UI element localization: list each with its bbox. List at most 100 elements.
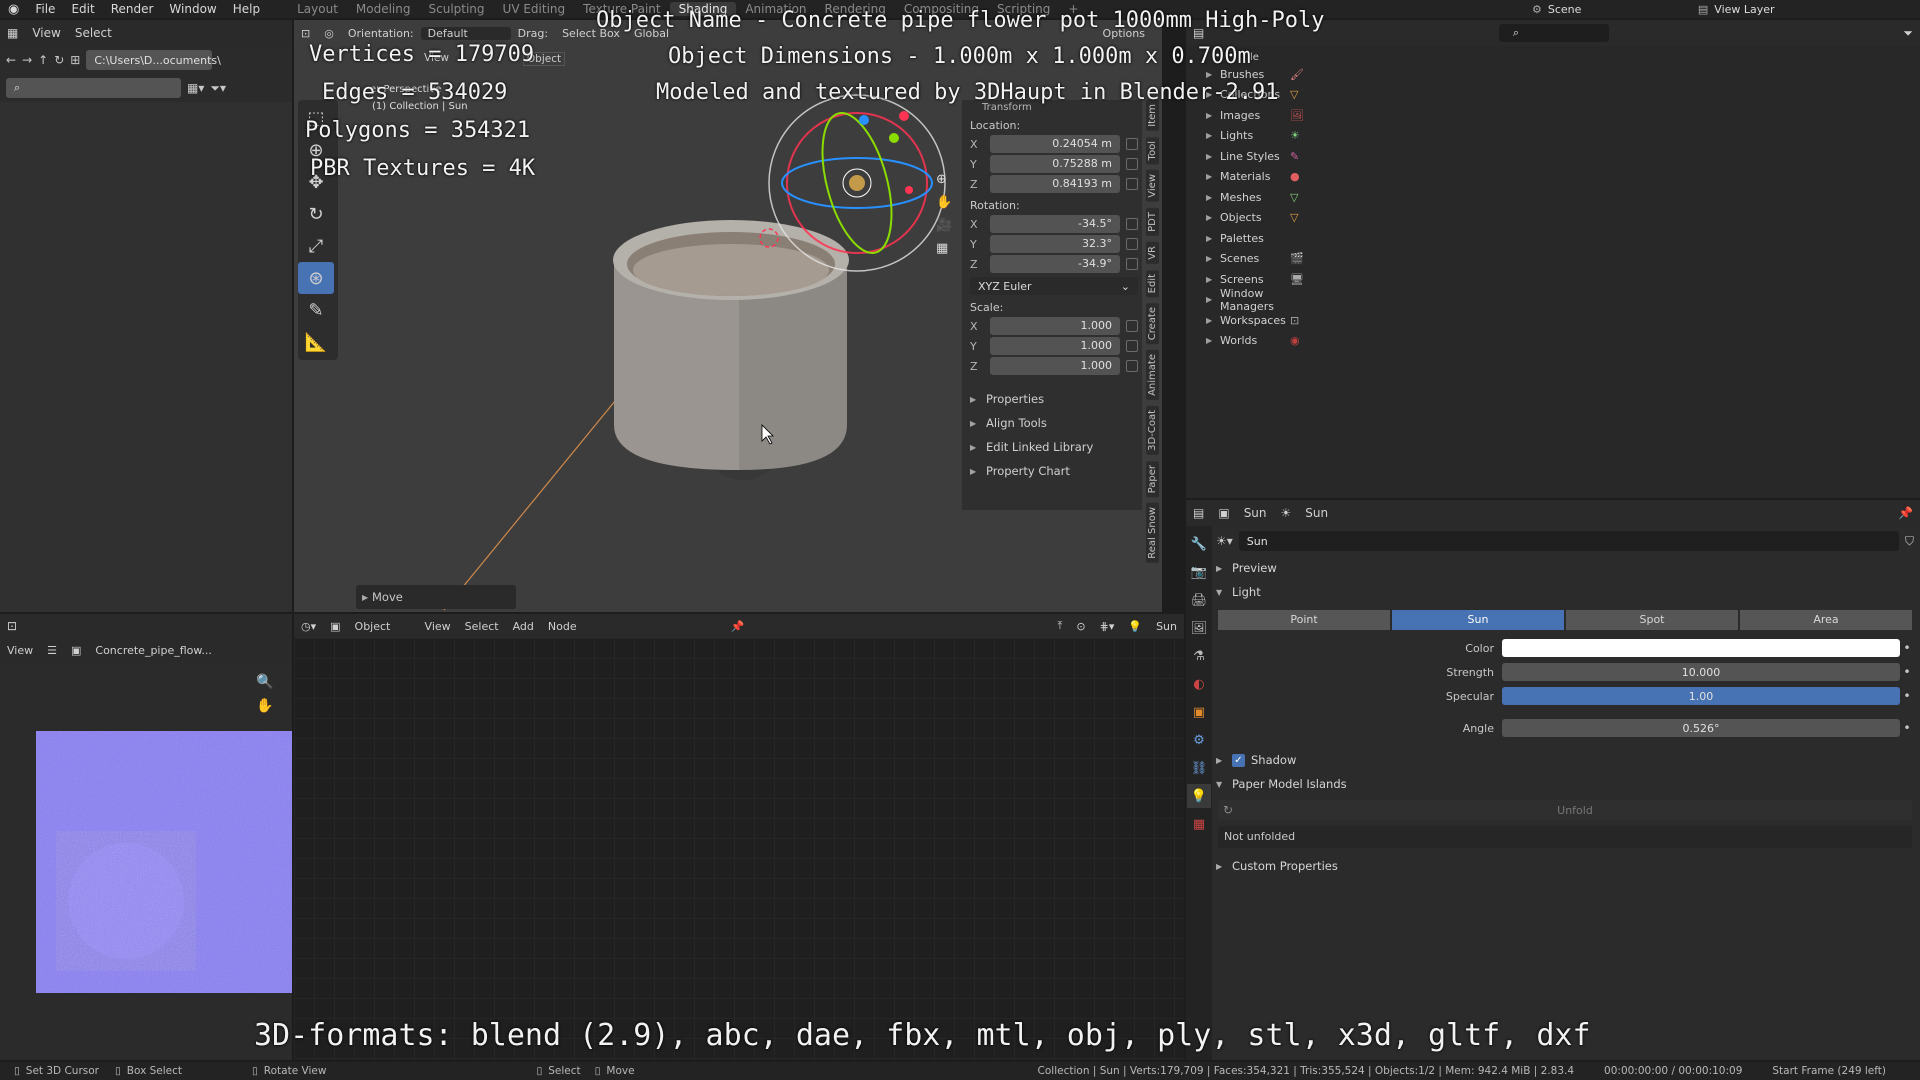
outliner-item-meshes[interactable]: ▶ Meshes ▽ <box>1206 187 1920 208</box>
world-tab-icon[interactable]: ◐ <box>1187 672 1211 696</box>
expand-arrow-icon[interactable]: ▶ <box>1206 152 1220 161</box>
location-x-field[interactable]: 0.24054 m <box>990 135 1120 153</box>
property-chart-panel-header[interactable]: ▶ Property Chart <box>970 459 1138 483</box>
tab-uv-editing[interactable]: UV Editing <box>494 2 575 16</box>
expand-arrow-icon[interactable]: ▶ <box>1206 172 1220 181</box>
3d-viewport[interactable]: ⊡ ◎ Orientation: Default Drag: Select Bo… <box>294 20 1162 612</box>
zoom-icon[interactable]: ⊕ <box>936 172 952 187</box>
tab-edit[interactable]: Edit <box>1145 269 1159 297</box>
custom-properties-panel-header[interactable]: ▶ Custom Properties <box>1216 854 1914 878</box>
light-type-sun[interactable]: Sun <box>1392 610 1564 630</box>
outliner-item-collections[interactable]: ▶ Collections ▽ <box>1206 85 1920 106</box>
path-field[interactable]: C:\Users\D...ocuments\ <box>86 50 221 70</box>
outliner-item-materials[interactable]: ▶ Materials ● <box>1206 167 1920 188</box>
tab-3d-coat[interactable]: 3D-Coat <box>1145 406 1159 455</box>
rotation-x-field[interactable]: -34.5° <box>990 215 1120 233</box>
modifier-tab-icon[interactable]: ⚙ <box>1187 728 1211 752</box>
lock-icon[interactable] <box>1126 138 1138 150</box>
node-node-menu[interactable]: Node <box>541 620 584 633</box>
outliner-item-lights[interactable]: ▶ Lights ☀ <box>1206 126 1920 147</box>
tab-tool[interactable]: Tool <box>1145 136 1159 165</box>
pin-icon[interactable]: 📌 <box>1891 506 1920 520</box>
lock-icon[interactable] <box>1126 320 1138 332</box>
outliner-item-line-styles[interactable]: ▶ Line Styles ✎ <box>1206 146 1920 167</box>
expand-arrow-icon[interactable]: ▶ <box>1206 70 1220 79</box>
outliner-item-worlds[interactable]: ▶ Worlds ◉ <box>1206 331 1920 352</box>
light-type-spot[interactable]: Spot <box>1566 610 1738 630</box>
lock-icon[interactable] <box>1126 360 1138 372</box>
rotation-mode-dropdown[interactable]: XYZ Euler ⌄ <box>970 277 1138 295</box>
tab-real-snow[interactable]: Real Snow <box>1145 503 1159 563</box>
hamburger-icon[interactable]: ☰ <box>40 644 64 657</box>
node-add-menu[interactable]: Add <box>506 620 541 633</box>
light-panel-header[interactable]: ▼ Light <box>1216 580 1914 604</box>
expand-arrow-icon[interactable]: ▶ <box>1206 336 1220 345</box>
snap-type-icon[interactable]: ⋕▾ <box>1093 620 1122 633</box>
grid-icon[interactable]: ▦ <box>936 241 952 256</box>
parent-icon[interactable]: ↑ <box>38 53 48 67</box>
strength-field[interactable]: 10.000 <box>1502 663 1900 681</box>
datablock-name-field[interactable]: Sun <box>1238 531 1899 551</box>
specular-slider[interactable]: 1.00 <box>1502 687 1900 705</box>
blender-logo-icon[interactable]: ◉ <box>0 2 27 17</box>
expand-arrow-icon[interactable]: ▶ <box>1206 213 1220 222</box>
pin-icon[interactable]: 📌 <box>724 620 752 633</box>
object-tab-icon[interactable]: ▣ <box>1187 700 1211 724</box>
tab-vr[interactable]: VR <box>1145 241 1159 264</box>
menu-help[interactable]: Help <box>225 2 268 16</box>
lock-icon[interactable] <box>1126 158 1138 170</box>
location-y-field[interactable]: 0.75288 m <box>990 155 1120 173</box>
forward-icon[interactable]: → <box>22 53 32 67</box>
properties-type-icon[interactable]: ▤ <box>1186 506 1211 520</box>
paper-model-panel-header[interactable]: ▼ Paper Model Islands <box>1216 772 1914 796</box>
menu-window[interactable]: Window <box>161 2 224 16</box>
shadow-checkbox[interactable]: ✓ <box>1232 753 1245 767</box>
editor-type-icon[interactable]: ▦ <box>0 26 25 40</box>
scene-tab-icon[interactable]: ⚗ <box>1187 644 1211 668</box>
pan-hand-icon[interactable]: ✋ <box>936 195 952 210</box>
last-operator-panel[interactable]: ▶ Move <box>356 585 516 609</box>
expand-arrow-icon[interactable]: ▶ <box>1206 275 1220 284</box>
editor-type-icon[interactable]: ◷▾ <box>294 620 323 633</box>
keyframe-dot-icon[interactable]: • <box>1900 665 1914 679</box>
unfold-button[interactable]: Unfold <box>1238 804 1912 817</box>
view-layer-tab-icon[interactable]: 🖼 <box>1187 616 1211 640</box>
preview-panel-header[interactable]: ▶ Preview <box>1216 556 1914 580</box>
tab-animate[interactable]: Animate <box>1145 350 1159 401</box>
shield-icon[interactable]: ⛉ <box>1905 534 1914 549</box>
file-search-input[interactable]: ⌕ <box>6 78 181 98</box>
filter-icon[interactable]: ⏷▾ <box>210 81 226 96</box>
keyframe-dot-icon[interactable]: • <box>1900 721 1914 735</box>
image-view-menu[interactable]: View <box>0 644 40 657</box>
scene-name[interactable]: Scene <box>1548 3 1658 16</box>
outliner-item-brushes[interactable]: ▶ Brushes 🖌 <box>1206 64 1920 85</box>
light-type-area[interactable]: Area <box>1740 610 1912 630</box>
keyframe-dot-icon[interactable]: • <box>1900 689 1914 703</box>
rotation-y-field[interactable]: 32.3° <box>990 235 1120 253</box>
keyframe-dot-icon[interactable]: • <box>1900 641 1914 655</box>
image-name-field[interactable]: Concrete_pipe_flow... <box>88 644 218 657</box>
shader-type-dropdown[interactable]: Object <box>348 620 418 633</box>
outliner-item-screens[interactable]: ▶ Screens 🖥 <box>1206 269 1920 290</box>
camera-icon[interactable]: 🎥 <box>936 218 952 233</box>
render-tab-icon[interactable]: 📷 <box>1187 560 1211 584</box>
parent-node-icon[interactable]: ⤒ <box>1051 619 1070 633</box>
constraints-tab-icon[interactable]: ⛓ <box>1187 756 1211 780</box>
color-swatch[interactable] <box>1502 639 1900 657</box>
texture-tab-icon[interactable]: ▦ <box>1187 812 1211 836</box>
edit-linked-library-panel-header[interactable]: ▶ Edit Linked Library <box>970 435 1138 459</box>
rotation-z-field[interactable]: -34.9° <box>990 255 1120 273</box>
node-editor[interactable]: ◷▾ ▣ Object View Select Add Node 📌 ⤒ ⊙ ⋕… <box>294 614 1184 1060</box>
node-select-menu[interactable]: Select <box>458 620 506 633</box>
lock-icon[interactable] <box>1126 238 1138 250</box>
expand-arrow-icon[interactable]: ▶ <box>1206 193 1220 202</box>
outliner-item-scenes[interactable]: ▶ Scenes 🎬 <box>1206 249 1920 270</box>
tab-layout[interactable]: Layout <box>288 2 347 16</box>
expand-arrow-icon[interactable]: ▶ <box>1206 111 1220 120</box>
tool-tab-icon[interactable]: 🔧 <box>1187 532 1211 556</box>
light-data-tab-icon[interactable]: 💡 <box>1187 784 1211 808</box>
outliner-item-palettes[interactable]: ▶ Palettes <box>1206 228 1920 249</box>
node-view-menu[interactable]: View <box>418 620 458 633</box>
display-mode-icon[interactable]: ▦▾ <box>187 81 204 95</box>
expand-arrow-icon[interactable]: ▶ <box>1206 316 1220 325</box>
